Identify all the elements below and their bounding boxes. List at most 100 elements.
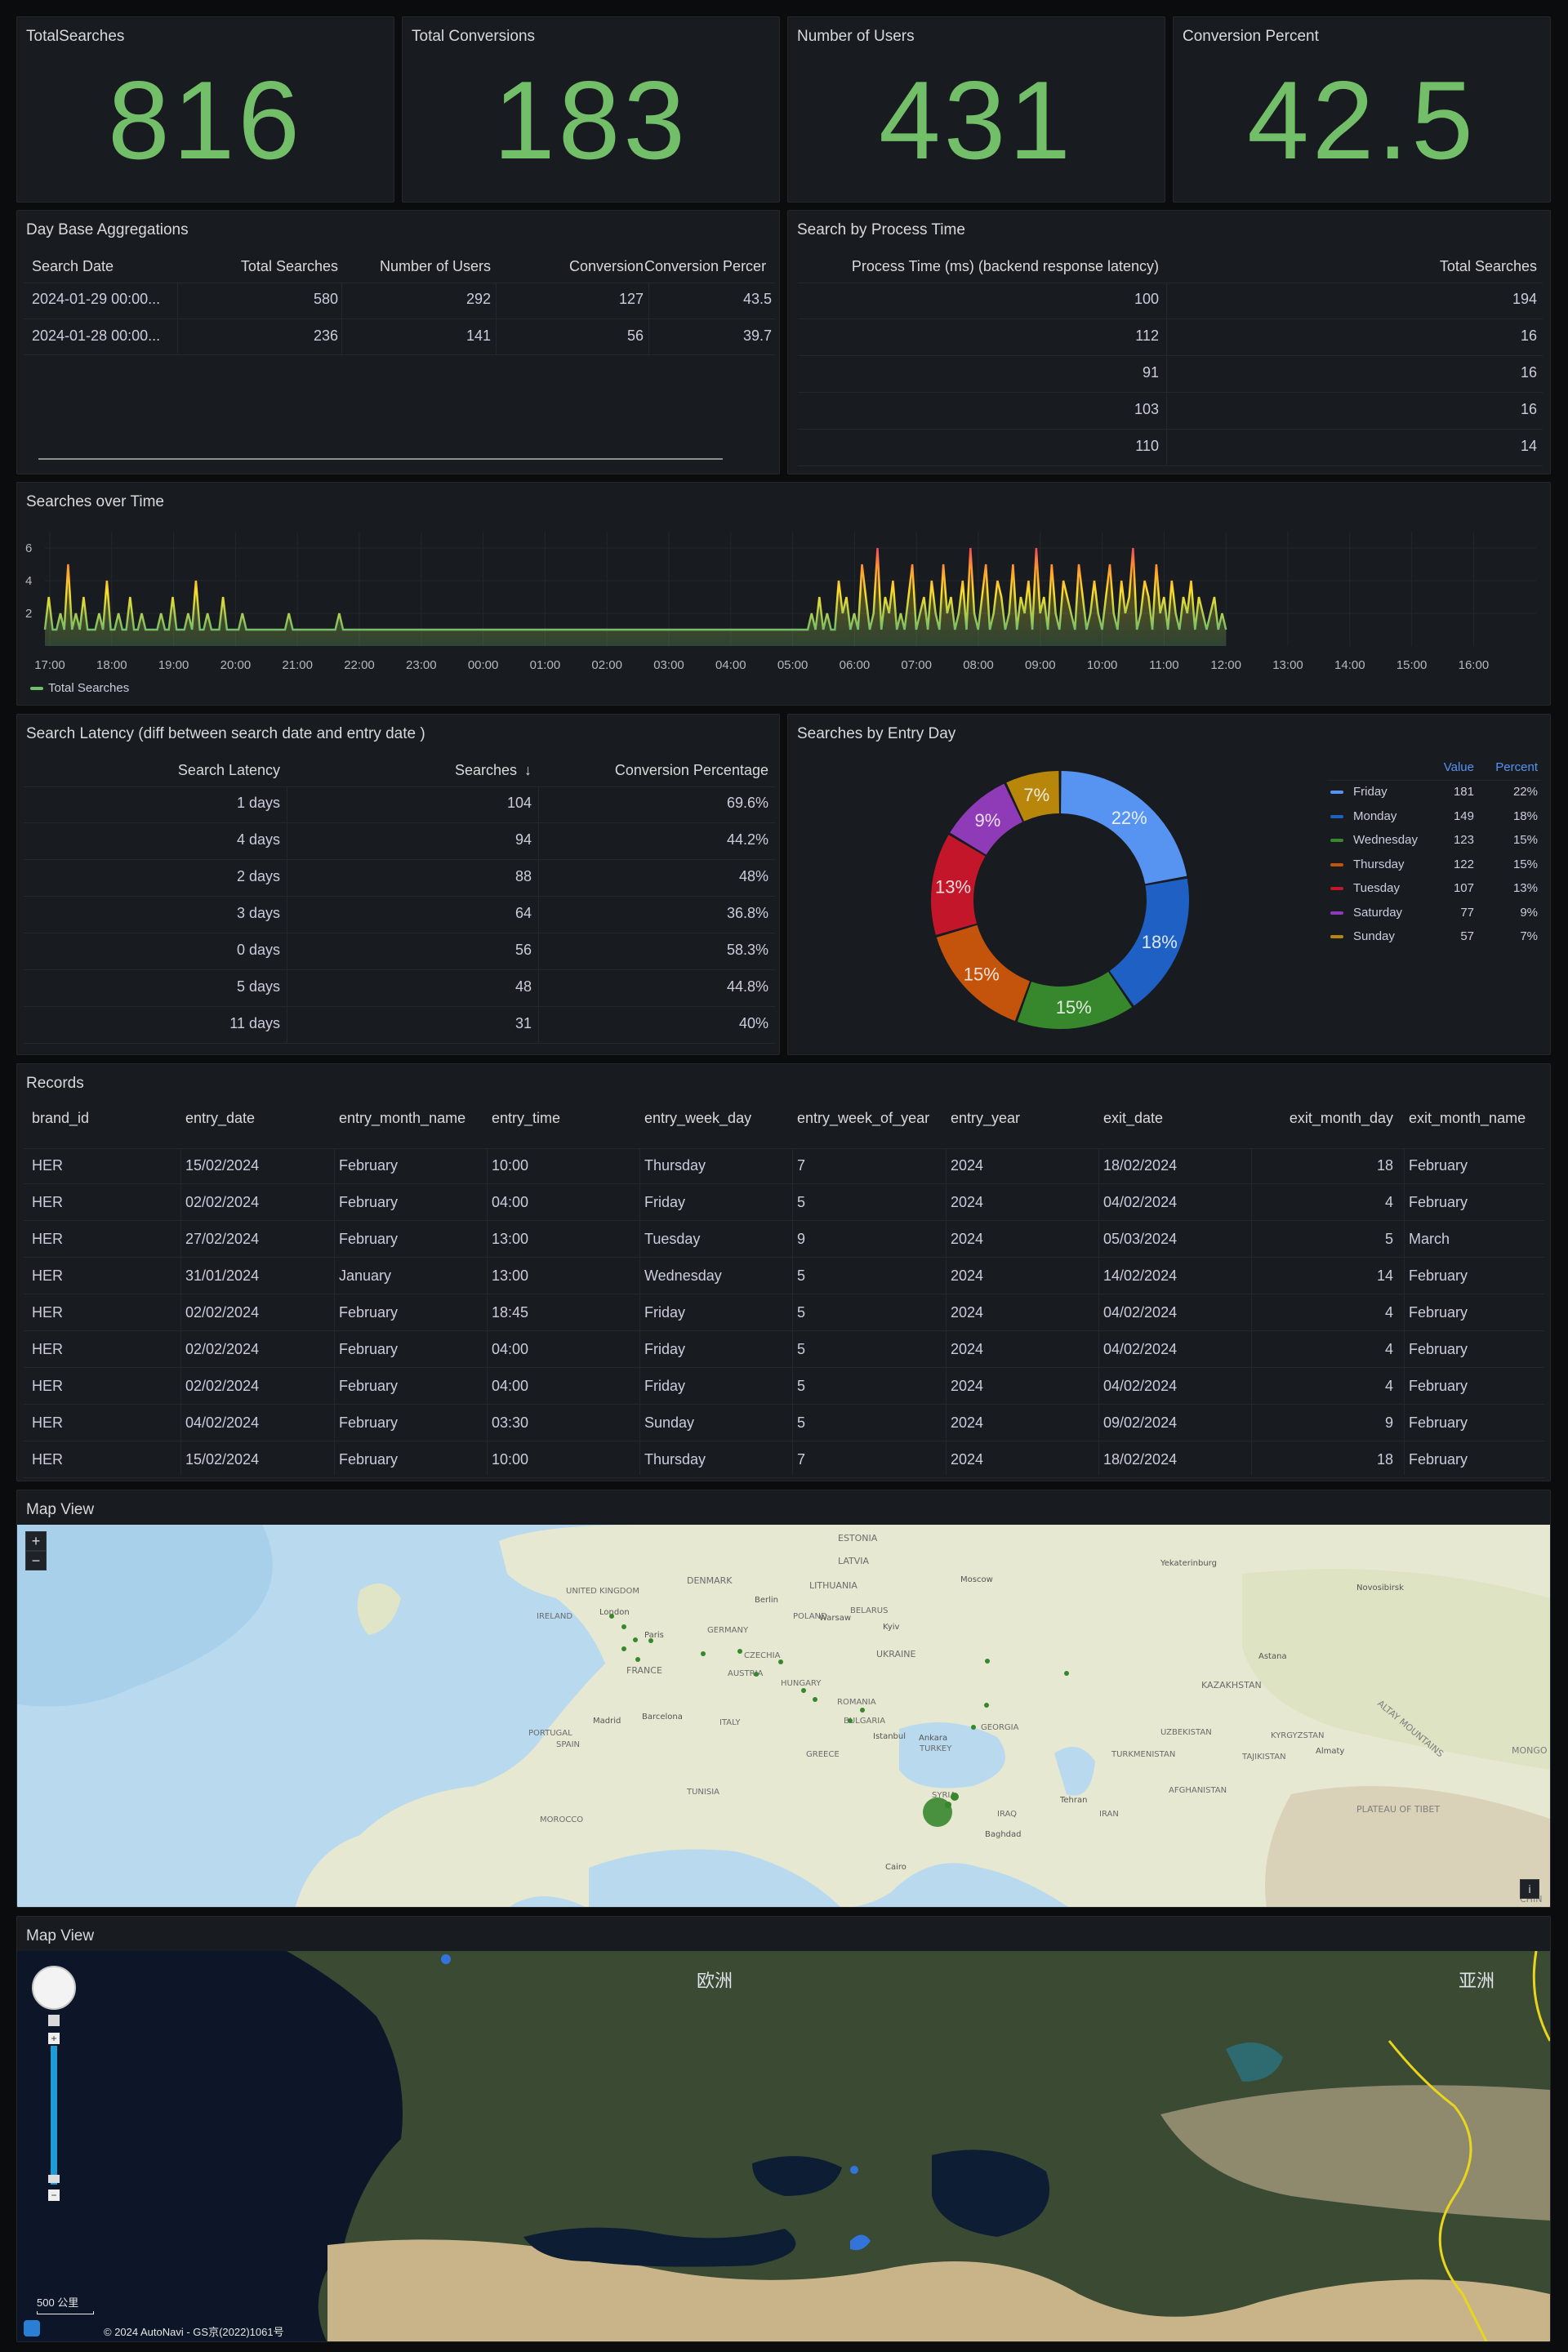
table-cell: February	[1409, 1341, 1468, 1357]
table-cell: February	[1409, 1378, 1468, 1394]
column-header-search-date[interactable]: Search Date	[32, 258, 114, 275]
table-cell: 141	[466, 327, 491, 344]
satellite-map-canvas[interactable]: 欧洲 亚洲	[17, 1951, 1550, 2342]
zoom-handle[interactable]	[48, 2175, 60, 2183]
zoom-slider[interactable]: + −	[48, 2015, 60, 2204]
column-header-label: Searches	[454, 762, 517, 778]
legend-label-monday[interactable]: Monday	[1353, 809, 1396, 823]
table-cell: 04/02/2024	[185, 1414, 260, 1431]
table-cell: 09/02/2024	[1103, 1414, 1178, 1431]
map-label: TURKMENISTAN	[1111, 1750, 1175, 1759]
table-cell: 27/02/2024	[185, 1231, 260, 1247]
column-header-process-time[interactable]: Process Time (ms) (backend response late…	[796, 258, 1159, 275]
x-tick-label: 00:00	[468, 658, 499, 672]
column-header-exit-month-day[interactable]: exit_month_day	[1250, 1110, 1393, 1127]
map-compass-control[interactable]	[32, 1966, 76, 2010]
legend-header-percent[interactable]: Percent	[1482, 760, 1538, 774]
horizontal-scrollbar[interactable]	[38, 458, 723, 460]
table-cell: 2024	[951, 1451, 984, 1468]
table-cell: 2024	[951, 1378, 984, 1394]
chart-legend[interactable]: Total Searches	[30, 681, 129, 695]
table-cell: 04:00	[492, 1378, 529, 1394]
row-divider	[24, 1367, 1544, 1368]
column-header-exit-date[interactable]: exit_date	[1103, 1110, 1250, 1127]
entry-day-panel: Searches by Entry Day 22% 18% 15% 15% 13% 9% 7…	[787, 714, 1551, 1055]
legend-label-saturday[interactable]: Saturday	[1353, 906, 1402, 920]
table-cell: 48%	[738, 868, 768, 884]
column-header-entry-week-day[interactable]: entry_week_day	[644, 1110, 791, 1127]
zoom-in-button[interactable]: +	[48, 2033, 60, 2044]
column-header-searches[interactable]: Searches ↓	[287, 762, 532, 779]
map-label: MONGO	[1512, 1745, 1548, 1756]
column-header-entry-time[interactable]: entry_time	[492, 1110, 639, 1127]
table-cell: 11 days	[229, 1015, 280, 1031]
zoom-reset-button[interactable]	[48, 2015, 60, 2026]
map-label: UKRAINE	[876, 1649, 915, 1659]
table-cell: 56	[626, 327, 644, 344]
column-divider	[496, 283, 497, 354]
column-divider	[639, 1148, 640, 1475]
legend-label-wednesday[interactable]: Wednesday	[1353, 833, 1418, 847]
stat-value: 42.5	[1247, 58, 1477, 182]
column-header-total-searches[interactable]: Total Searches	[1172, 258, 1537, 275]
table-cell: 2024	[951, 1341, 984, 1357]
map-label: IRAN	[1099, 1810, 1119, 1819]
column-header-exit-month-name[interactable]: exit_month_name	[1409, 1110, 1550, 1127]
column-header-conversion-percentage[interactable]: Conversion Percentage	[540, 762, 768, 779]
panel-title: Conversion Percent	[1183, 28, 1319, 45]
row-divider	[24, 786, 775, 787]
column-header-entry-date[interactable]: entry_date	[185, 1110, 332, 1127]
column-header-entry-week-of-year[interactable]: entry_week_of_year	[797, 1110, 944, 1127]
column-header-number-of-users[interactable]: Number of Users	[344, 258, 491, 275]
column-header-total-searches[interactable]: Total Searches	[180, 258, 338, 275]
table-cell: HER	[32, 1304, 64, 1321]
table-cell: 5	[1384, 1231, 1393, 1247]
map-view-panel-satellite: Map View 欧洲 亚洲 + − 500 公里 © 2024 AutoNav…	[16, 1916, 1551, 2342]
zoom-track[interactable]	[51, 2046, 57, 2185]
map-canvas[interactable]: ESTONIA LATVIA LITHUANIA DENMARK UNITED …	[17, 1525, 1550, 1908]
day-base-table: Search Date Total Searches Number of Use…	[17, 211, 779, 474]
column-header-entry-year[interactable]: entry_year	[951, 1110, 1098, 1127]
row-divider	[24, 354, 775, 355]
column-header-search-latency[interactable]: Search Latency	[25, 762, 280, 779]
zoom-out-button[interactable]: −	[48, 2189, 60, 2201]
stat-value: 431	[879, 58, 1074, 182]
table-cell: HER	[32, 1414, 64, 1431]
legend-label-friday[interactable]: Friday	[1353, 785, 1388, 799]
map-label: UZBEKISTAN	[1160, 1728, 1212, 1737]
legend-label: Total Searches	[48, 681, 130, 695]
x-tick-label: 17:00	[34, 658, 65, 672]
x-tick-label: 11:00	[1149, 658, 1178, 672]
table-cell: 14	[1376, 1267, 1393, 1284]
table-cell: Thursday	[644, 1157, 706, 1174]
table-cell: 10:00	[492, 1157, 529, 1174]
legend-divider	[1327, 780, 1541, 781]
column-header-conversion-percent[interactable]: Conversion Percer	[644, 258, 772, 275]
zoom-in-button[interactable]: +	[25, 1531, 47, 1551]
zoom-out-button[interactable]: −	[25, 1551, 47, 1570]
map-label: Istanbul	[873, 1732, 906, 1741]
legend-label-thursday[interactable]: Thursday	[1353, 858, 1405, 871]
table-cell: February	[339, 1414, 399, 1431]
column-header-conversion[interactable]: Conversion	[499, 258, 644, 275]
map-label: Berlin	[755, 1596, 778, 1605]
map-label: ESTONIA	[838, 1533, 878, 1544]
column-header-entry-month-name[interactable]: entry_month_name	[339, 1110, 486, 1127]
table-cell: 18:45	[492, 1304, 529, 1321]
table-cell: HER	[32, 1267, 64, 1284]
info-icon[interactable]: i	[1520, 1879, 1539, 1899]
table-cell: 58.3%	[726, 942, 768, 958]
row-divider	[24, 822, 775, 823]
legend-label-tuesday[interactable]: Tuesday	[1353, 881, 1400, 895]
legend-header-value[interactable]: Value	[1433, 760, 1474, 774]
region-label-asia: 亚洲	[1459, 1971, 1494, 1992]
x-tick-label: 02:00	[591, 658, 622, 672]
table-cell: Thursday	[644, 1451, 706, 1468]
column-divider	[487, 1148, 488, 1475]
table-cell: 9	[1384, 1414, 1393, 1431]
legend-label-sunday[interactable]: Sunday	[1353, 929, 1395, 943]
column-header-brand-id[interactable]: brand_id	[32, 1110, 179, 1127]
table-cell: 48	[514, 978, 532, 995]
map-label: Baghdad	[985, 1830, 1022, 1839]
day-base-aggregations-panel: Day Base Aggregations Search Date Total …	[16, 210, 780, 474]
